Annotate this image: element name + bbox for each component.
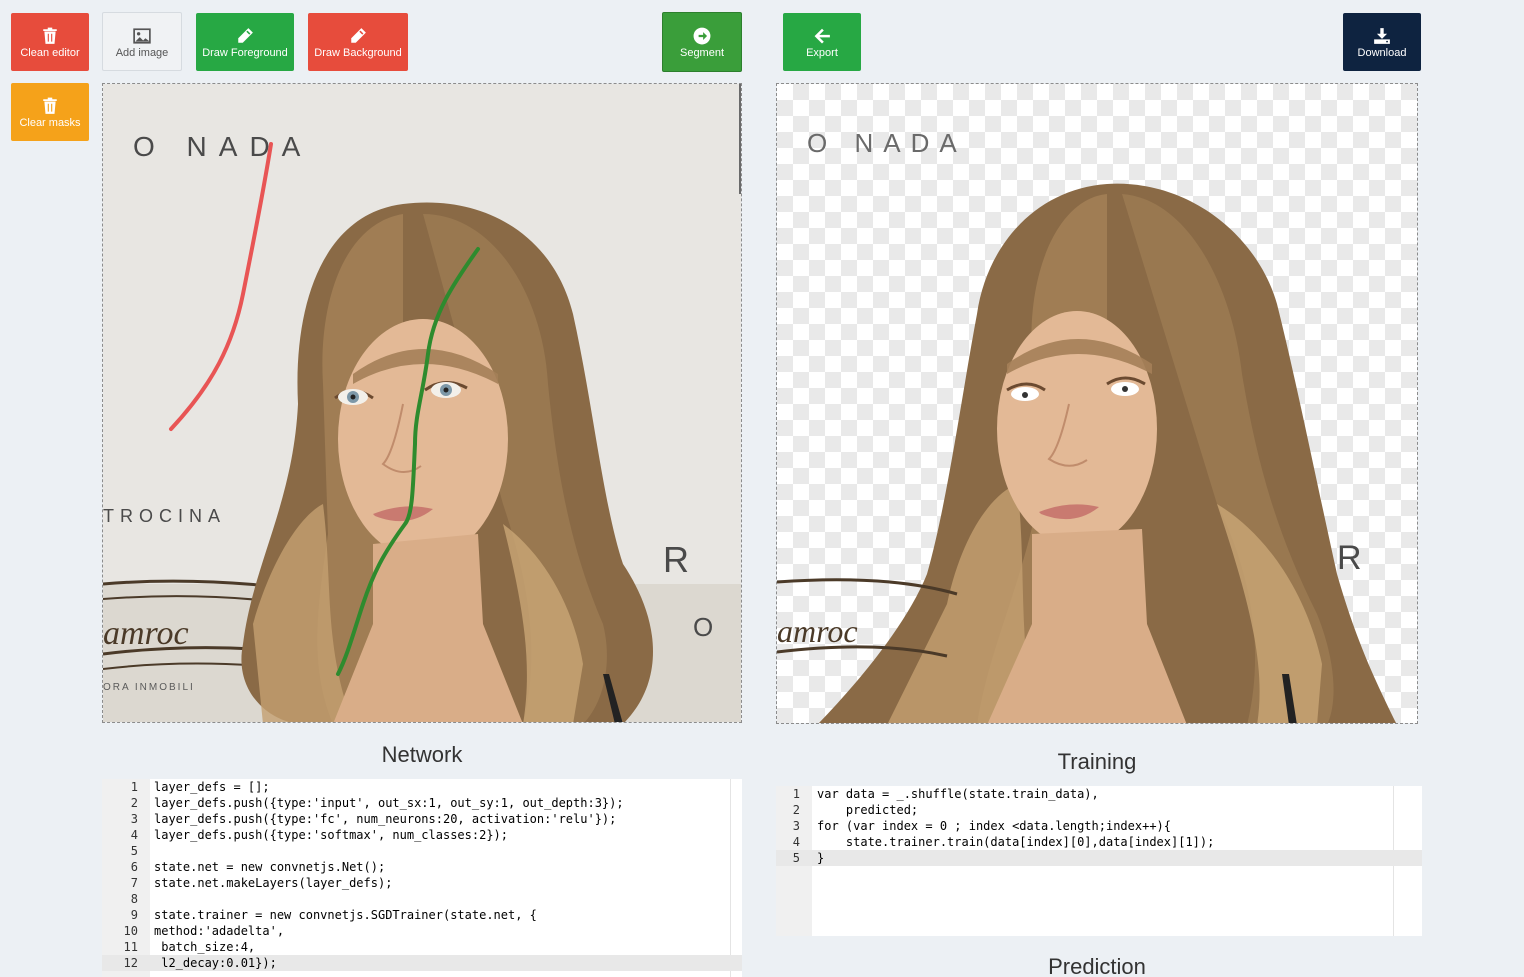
download-icon (1374, 28, 1390, 44)
code-line: 4 layer_defs.push({type:'softmax', num_cl… (130, 828, 509, 842)
pencil-icon (351, 28, 366, 43)
result-text-right: R (1337, 539, 1362, 577)
code-line: 10 method:'adadelta', (123, 924, 285, 938)
code-line: 3 for (var index = 0 ; index <data.length… (792, 819, 1172, 833)
add-image-button[interactable]: Add image (102, 12, 182, 71)
training-title: Training (1057, 749, 1137, 774)
trash-icon (43, 27, 57, 44)
clean-editor-button[interactable]: Clean editor (11, 13, 89, 71)
code-line: 2 predicted; (792, 803, 919, 817)
backdrop-text-right2: O (693, 612, 713, 642)
backdrop-brand: amroc (103, 615, 189, 652)
arrow-left-icon (814, 28, 830, 44)
draw-foreground-label: Draw Foreground (202, 47, 288, 59)
result-brand: amroc (777, 613, 858, 649)
code-line: 1 var data = _.shuffle(state.train_data), (792, 787, 1099, 801)
arrow-circle-right-icon (693, 27, 711, 45)
draw-foreground-button[interactable]: Draw Foreground (196, 13, 294, 71)
image-editor-canvas[interactable]: O NADA TROCINA amroc ORA INMOBILI R O (102, 83, 742, 723)
segment-label: Segment (679, 47, 725, 59)
code-line: 7 state.net.makeLayers(layer_defs); (130, 876, 393, 890)
code-line: 5 (130, 844, 138, 858)
trash-icon (43, 97, 57, 114)
backdrop-text-top: O NADA (133, 131, 312, 162)
backdrop-text-bottom: ORA INMOBILI (103, 682, 195, 693)
backdrop-text-right1: R (663, 539, 689, 580)
network-code-editor[interactable]: 1 layer_defs = []; 2 layer_defs.push({type… (102, 779, 742, 977)
draw-background-button[interactable]: Draw Background (308, 13, 408, 71)
photo-illustration: O NADA TROCINA amroc ORA INMOBILI R O (103, 84, 741, 722)
code-line: 2 layer_defs.push({type:'input', out_sx:1… (130, 796, 624, 810)
code-line: 1 layer_defs = []; (130, 780, 270, 794)
prediction-title: Prediction (1048, 954, 1146, 977)
export-button[interactable]: Export (783, 13, 861, 71)
download-button[interactable]: Download (1343, 13, 1421, 71)
code-line-active: 5} (776, 850, 1422, 866)
code-line-active: 12 l2_decay:0.01}); (102, 955, 742, 971)
draw-background-label: Draw Background (314, 47, 402, 59)
code-line: 3 layer_defs.push({type:'fc', num_neurons… (130, 812, 617, 826)
download-label: Download (1357, 47, 1407, 59)
segmented-illustration: O NADA amroc R (777, 128, 1397, 723)
code-line: 11 batch_size:4, (123, 940, 256, 954)
network-title: Network (381, 742, 463, 767)
clear-masks-button[interactable]: Clear masks (11, 83, 89, 141)
add-image-label: Add image (115, 47, 169, 59)
backdrop-text-left: TROCINA (103, 506, 226, 526)
training-code-editor[interactable]: 1 var data = _.shuffle(state.train_data),… (776, 786, 1422, 936)
code-line: 8 (130, 892, 138, 906)
clean-editor-label: Clean editor (20, 47, 80, 59)
segment-button[interactable]: Segment (662, 12, 742, 72)
code-line: 4 state.trainer.train(data[index][0],dat… (792, 835, 1215, 849)
image-icon (133, 28, 151, 44)
code-line: 9 state.trainer = new convnetjs.SGDTraine… (130, 908, 537, 922)
export-label: Export (806, 47, 838, 59)
pencil-icon (238, 28, 253, 43)
code-line: 6 state.net = new convnetjs.Net(); (130, 860, 386, 874)
result-text-top: O NADA (807, 128, 967, 158)
clear-masks-label: Clear masks (19, 117, 81, 129)
segmentation-result-canvas: O NADA amroc R (776, 83, 1418, 724)
